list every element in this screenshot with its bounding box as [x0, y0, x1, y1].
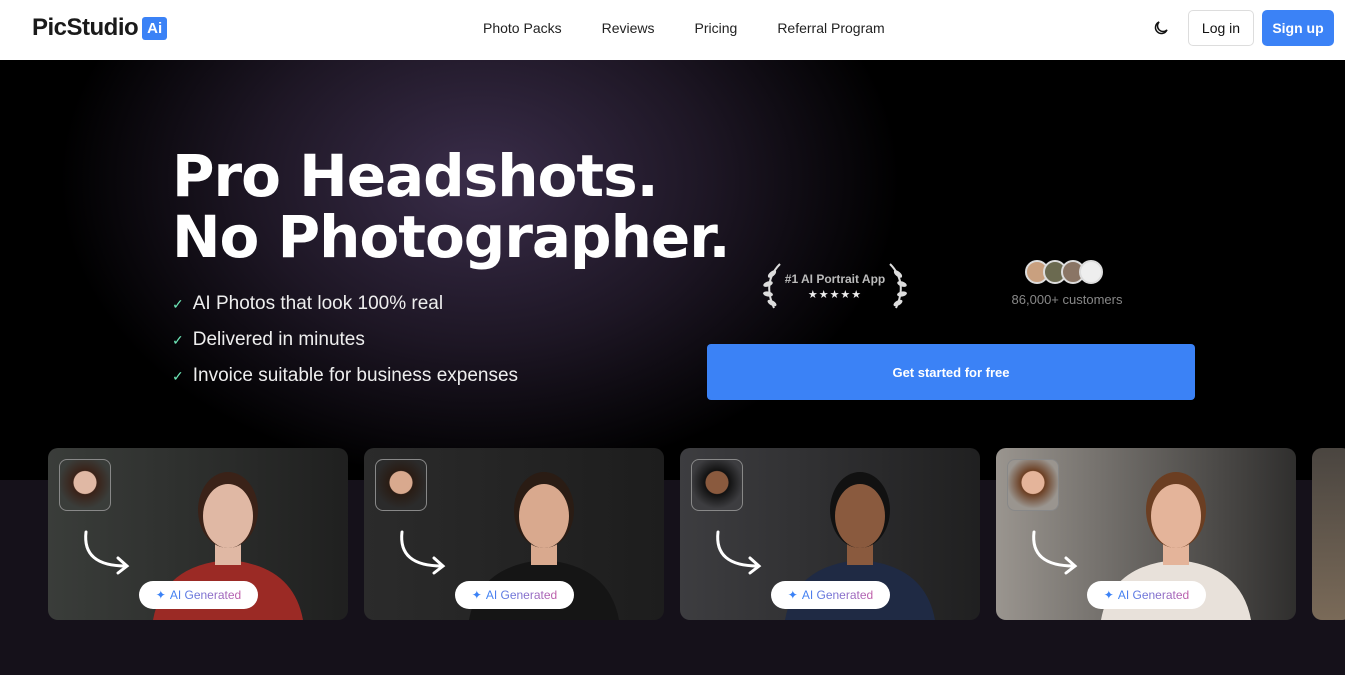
top-nav: PicStudio Ai Photo Packs Reviews Pricing … [0, 0, 1345, 60]
nav-referral-program[interactable]: Referral Program [777, 20, 884, 36]
curved-arrow-icon [716, 530, 762, 575]
star-rating: ★★★★★ [807, 289, 863, 301]
sparkle-icon: ✦ [471, 588, 482, 602]
brand-badge: Ai [142, 16, 168, 40]
ai-generated-badge: ✦ AI Generated [771, 581, 890, 609]
feature-item: ✓ Invoice suitable for business expenses [172, 365, 519, 386]
nav-pricing[interactable]: Pricing [695, 20, 738, 36]
customer-count: 86,000+ customers [1005, 260, 1129, 307]
nav-reviews[interactable]: Reviews [602, 20, 655, 36]
brand-name: PicStudio [32, 14, 139, 41]
ai-generated-badge: ✦ AI Generated [1087, 581, 1206, 609]
logo[interactable]: PicStudio Ai [32, 14, 168, 42]
feature-item: ✓ Delivered in minutes [172, 329, 365, 350]
award-badge: #1 AI Portrait App ★★★★★ [760, 260, 910, 312]
sparkle-icon: ✦ [1103, 588, 1114, 602]
example-cards: ✦ AI Generated ✦ AI Generated ✦ AI Generate… [48, 448, 1296, 620]
ai-generated-badge: ✦ AI Generated [139, 581, 258, 609]
nav-photo-packs[interactable]: Photo Packs [483, 20, 562, 36]
source-photo-thumbnail [1007, 459, 1059, 511]
award-title: #1 AI Portrait App [784, 272, 886, 286]
example-card: ✦ AI Generated [996, 448, 1296, 620]
customers-text: 86,000+ customers [1011, 292, 1123, 307]
ai-generated-badge: ✦ AI Generated [455, 581, 574, 609]
hero-title: Pro Headshots. No Photographer. [172, 142, 731, 271]
check-icon: ✓ [172, 367, 184, 384]
example-card: ✦ AI Generated [364, 448, 664, 620]
example-card: ✦ AI Generated [680, 448, 980, 620]
laurel-right-icon [889, 263, 907, 309]
example-card: ✦ AI Generated [48, 448, 348, 620]
curved-arrow-icon [84, 530, 130, 575]
laurel-left-icon [763, 263, 781, 309]
hero: Pro Headshots. No Photographer. ✓ AI Photo… [0, 60, 1345, 675]
sparkle-icon: ✦ [787, 588, 798, 602]
avatar [1079, 260, 1103, 284]
sparkle-icon: ✦ [155, 588, 166, 602]
source-photo-thumbnail [375, 459, 427, 511]
moon-icon[interactable] [1152, 19, 1170, 37]
signup-button[interactable]: Sign up [1262, 10, 1334, 46]
curved-arrow-icon [400, 530, 446, 575]
curved-arrow-icon [1032, 530, 1078, 575]
source-photo-thumbnail [691, 459, 743, 511]
get-started-button[interactable]: Get started for free [707, 344, 1195, 400]
feature-list: ✓ AI Photos that look 100% real ✓ Delivere… [172, 286, 518, 394]
example-card-partial [1312, 448, 1345, 620]
feature-item: ✓ AI Photos that look 100% real [172, 293, 444, 314]
check-icon: ✓ [172, 295, 184, 312]
check-icon: ✓ [172, 331, 184, 348]
login-button[interactable]: Log in [1188, 10, 1254, 46]
source-photo-thumbnail [59, 459, 111, 511]
